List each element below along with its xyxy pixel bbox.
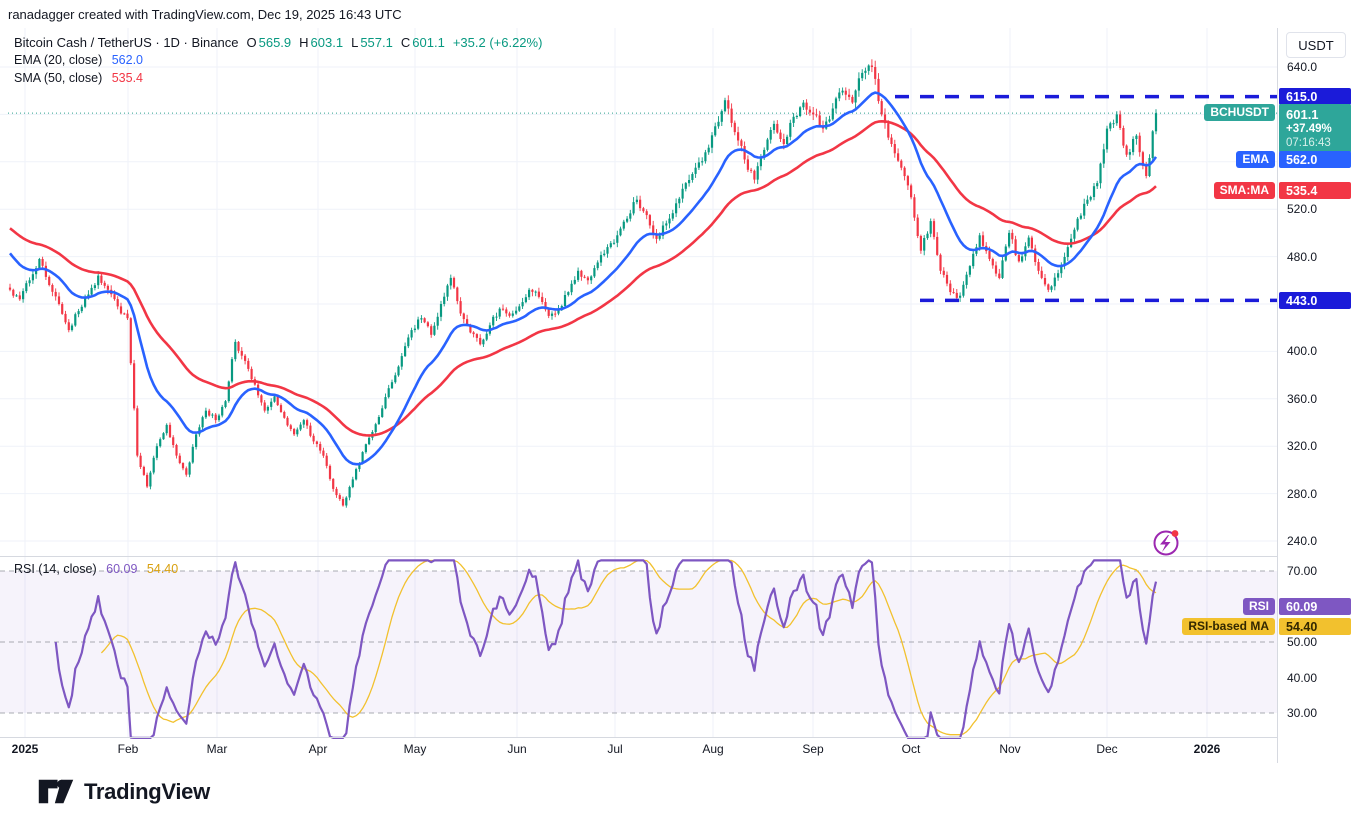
time-tick-label: Apr [309, 742, 328, 756]
time-tick-label: Aug [702, 742, 723, 756]
tradingview-logo-icon [38, 778, 74, 805]
rsi-legend-label: RSI (14, close) [14, 562, 97, 576]
sma-legend-row[interactable]: SMA (50, close) 535.4 [14, 70, 542, 87]
low-label: L [351, 35, 358, 50]
chart-canvas[interactable] [0, 0, 1353, 823]
time-tick-label: Mar [207, 742, 228, 756]
rsi-tick-label: 30.00 [1287, 706, 1317, 720]
rsi-value-badge[interactable]: 60.09 [1279, 598, 1351, 615]
change-value: +35.2 (+6.22%) [453, 35, 543, 50]
currency-button[interactable]: USDT [1286, 32, 1346, 58]
time-tick-label: 2026 [1194, 742, 1221, 756]
ema-tag-badge[interactable]: EMA [1236, 151, 1275, 168]
tradingview-chart-window: ranadagger created with TradingView.com,… [0, 0, 1353, 823]
sma-tag-badge[interactable]: SMA:MA [1214, 182, 1275, 199]
sma-legend-value: 535.4 [112, 71, 143, 85]
time-tick-label: Feb [118, 742, 139, 756]
ema-legend-value: 562.0 [112, 53, 143, 67]
attribution-text: ranadagger created with TradingView.com,… [8, 7, 402, 22]
time-tick-label: Oct [902, 742, 921, 756]
pane-separator[interactable] [0, 556, 1353, 557]
time-tick-label: Nov [999, 742, 1020, 756]
rsi-tick-label: 40.00 [1287, 671, 1317, 685]
last-price-badge[interactable]: 601.1 +37.49% 07:16:43 [1279, 104, 1351, 153]
rsi-tick-label: 50.00 [1287, 635, 1317, 649]
rsi-ma-tag-badge[interactable]: RSI-based MA [1182, 618, 1275, 635]
price-tick-label: 320.0 [1287, 439, 1317, 453]
price-tick-label: 640.0 [1287, 60, 1317, 74]
rsi-ma-legend-value: 54.40 [147, 562, 178, 576]
price-tick-label: 520.0 [1287, 202, 1317, 216]
price-tick-label: 240.0 [1287, 534, 1317, 548]
sma-value-badge[interactable]: 535.4 [1279, 182, 1351, 199]
last-price-change-pct: +37.49% [1286, 122, 1351, 136]
symbol-tag-badge[interactable]: BCHUSDT [1204, 104, 1275, 121]
resistance-price-badge[interactable]: 615.0 [1279, 88, 1351, 105]
rsi-ma-value-badge[interactable]: 54.40 [1279, 618, 1351, 635]
rsi-legend-row[interactable]: RSI (14, close) 60.09 54.40 [14, 562, 178, 576]
high-label: H [299, 35, 308, 50]
rsi-tick-label: 70.00 [1287, 564, 1317, 578]
time-axis-separator [0, 737, 1353, 738]
tradingview-logo-text: TradingView [84, 779, 210, 805]
chart-legend[interactable]: Bitcoin Cash / TetherUS · 1D · BinanceO5… [14, 34, 542, 88]
ema-legend-row[interactable]: EMA (20, close) 562.0 [14, 52, 542, 69]
last-price-value: 601.1 [1286, 107, 1351, 122]
sma-legend-label: SMA (50, close) [14, 71, 102, 85]
price-tick-label: 400.0 [1287, 344, 1317, 358]
open-value: 565.9 [259, 35, 292, 50]
time-tick-label: 2025 [12, 742, 39, 756]
high-value: 603.1 [311, 35, 344, 50]
rsi-legend-value: 60.09 [106, 562, 137, 576]
rsi-tag-badge[interactable]: RSI [1243, 598, 1275, 615]
symbol-title: Bitcoin Cash / TetherUS · 1D · Binance [14, 35, 238, 50]
time-tick-label: Jun [507, 742, 526, 756]
close-value: 601.1 [412, 35, 445, 50]
tradingview-logo[interactable]: TradingView [38, 778, 210, 805]
time-tick-label: Sep [802, 742, 823, 756]
time-tick-label: Jul [607, 742, 622, 756]
support-price-badge[interactable]: 443.0 [1279, 292, 1351, 309]
time-tick-label: Dec [1096, 742, 1117, 756]
close-label: C [401, 35, 410, 50]
ema-value-badge[interactable]: 562.0 [1279, 151, 1351, 168]
low-value: 557.1 [360, 35, 393, 50]
price-tick-label: 480.0 [1287, 250, 1317, 264]
price-tick-label: 360.0 [1287, 392, 1317, 406]
symbol-legend-row[interactable]: Bitcoin Cash / TetherUS · 1D · BinanceO5… [14, 34, 542, 51]
open-label: O [246, 35, 256, 50]
ema-legend-label: EMA (20, close) [14, 53, 102, 67]
boost-icon[interactable] [1155, 530, 1179, 554]
bar-countdown: 07:16:43 [1286, 136, 1351, 150]
time-tick-label: May [404, 742, 427, 756]
price-tick-label: 280.0 [1287, 487, 1317, 501]
